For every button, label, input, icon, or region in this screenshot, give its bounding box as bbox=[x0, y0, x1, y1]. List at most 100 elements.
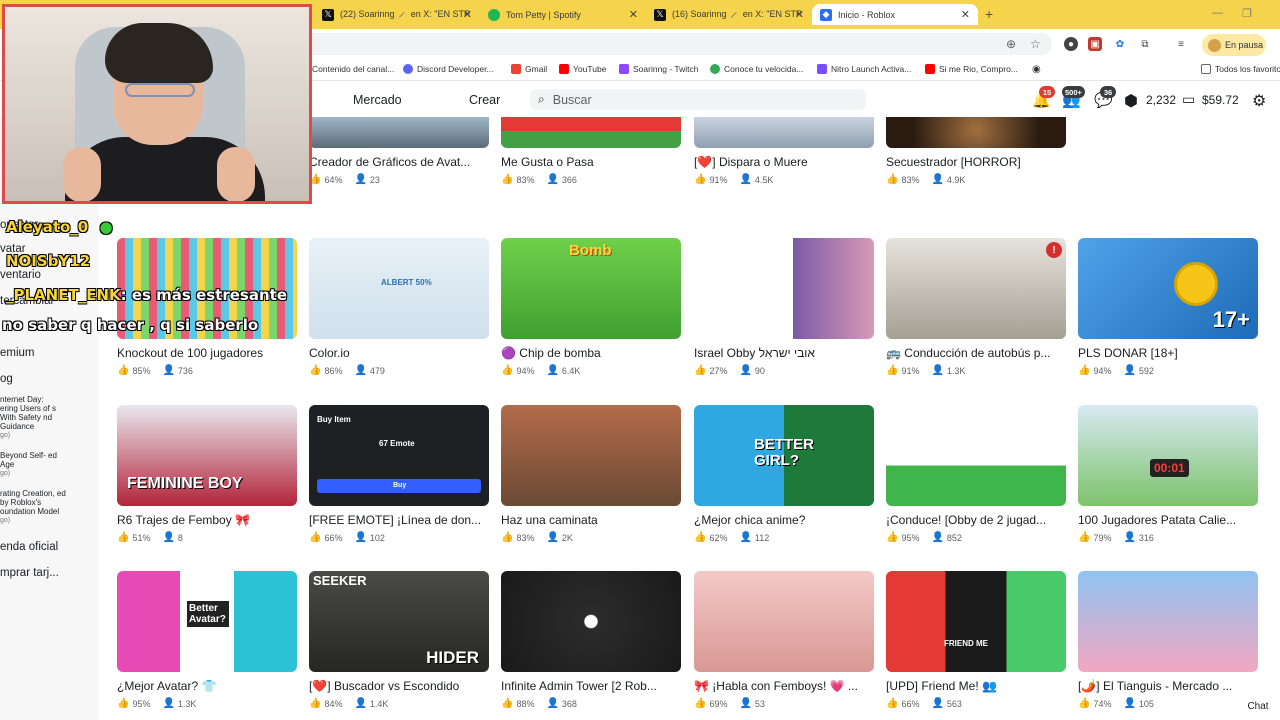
extension-icon[interactable]: ▣ bbox=[1088, 37, 1102, 51]
credit-balance[interactable]: $59.72 bbox=[1202, 93, 1239, 107]
extensions-puzzle-icon[interactable]: ⧉ bbox=[1138, 37, 1152, 51]
game-thumbnail[interactable] bbox=[694, 117, 874, 148]
nav-marketplace[interactable]: Mercado bbox=[353, 93, 402, 107]
sidebar-item-blog[interactable]: og bbox=[0, 373, 13, 385]
all-bookmarks[interactable]: Todos los favoritos bbox=[1201, 64, 1280, 74]
extension-icon[interactable]: ● bbox=[1064, 37, 1078, 51]
game-stats: 👍 83% 👤 2K bbox=[501, 532, 573, 543]
game-thumbnail[interactable]: 00:01 bbox=[1078, 405, 1258, 506]
browser-tab-active[interactable]: ◆ Inicio - Roblox ✕ bbox=[812, 4, 978, 25]
browser-tab[interactable]: 𝕏 (16) Soarinng 🪄 en X: "EN STR ✕ bbox=[646, 4, 812, 25]
bookmark[interactable]: YouTube bbox=[559, 64, 606, 74]
game-title[interactable]: 🚌 Conducción de autobús p... bbox=[886, 346, 1066, 360]
game-title[interactable]: [❤️] Buscador vs Escondido bbox=[309, 679, 489, 693]
game-thumbnail[interactable]: FEMININE BOY bbox=[117, 405, 297, 506]
robux-icon[interactable]: ⬢ bbox=[1124, 91, 1138, 111]
zoom-icon[interactable]: ⊕ bbox=[1006, 37, 1016, 51]
url-field[interactable] bbox=[300, 33, 1052, 55]
close-icon[interactable]: ✕ bbox=[795, 8, 804, 21]
game-title[interactable]: ¡Conduce! [Obby de 2 jugad... bbox=[886, 513, 1066, 527]
rating-value: 95% bbox=[132, 698, 151, 709]
thumbs-up-icon: 👍 bbox=[886, 365, 899, 376]
game-title[interactable]: Infinite Admin Tower [2 Rob... bbox=[501, 679, 681, 693]
friends-badge: 500+ bbox=[1062, 86, 1085, 98]
close-icon[interactable]: ✕ bbox=[463, 8, 472, 21]
close-icon[interactable]: ✕ bbox=[961, 8, 970, 21]
extension-icon[interactable]: ✿ bbox=[1113, 37, 1127, 51]
game-title[interactable]: Me Gusta o Pasa bbox=[501, 155, 681, 169]
bookmark[interactable]: Contenido del canal... bbox=[312, 64, 394, 74]
browser-tab[interactable]: 𝕏 (22) Soarinng 🪄 en X: "EN STR ✕ bbox=[314, 4, 480, 25]
game-title[interactable]: R6 Trajes de Femboy 🎀 bbox=[117, 513, 297, 527]
chat-button[interactable]: Chat bbox=[1238, 697, 1278, 715]
game-title[interactable]: Secuestrador [HORROR] bbox=[886, 155, 1066, 169]
bookmark[interactable]: Discord Developer... bbox=[403, 64, 494, 74]
game-thumbnail[interactable]: Better Avatar? bbox=[117, 571, 297, 672]
game-title[interactable]: Haz una caminata bbox=[501, 513, 681, 527]
game-thumbnail[interactable] bbox=[694, 238, 874, 339]
game-thumbnail[interactable] bbox=[501, 117, 681, 148]
media-control-icon[interactable]: ≡ bbox=[1174, 37, 1188, 51]
restore-icon[interactable]: ❐ bbox=[1242, 7, 1252, 20]
game-thumbnail[interactable]: ALBERT 50% bbox=[309, 238, 489, 339]
settings-gear-icon[interactable]: ⚙ bbox=[1252, 91, 1266, 111]
game-title[interactable]: 🟣 Chip de bomba bbox=[501, 346, 681, 360]
game-title[interactable]: [FREE EMOTE] ¡Línea de don... bbox=[309, 513, 489, 527]
sidebar-item-premium[interactable]: emium bbox=[0, 347, 35, 359]
profile-button[interactable]: En pausa bbox=[1202, 34, 1266, 56]
players-icon: 👤 bbox=[546, 532, 559, 543]
blog-post[interactable]: rating Creation, ed by Roblox's oundatio… bbox=[0, 489, 72, 525]
game-thumbnail[interactable] bbox=[694, 571, 874, 672]
game-thumbnail[interactable] bbox=[501, 405, 681, 506]
globe-icon[interactable]: ◉ bbox=[1032, 64, 1041, 75]
search-bar[interactable]: ⌕ bbox=[530, 89, 866, 110]
game-title[interactable]: Israel Obby אובי ישראל bbox=[694, 346, 874, 360]
game-title[interactable]: PLS DONAR [18+] bbox=[1078, 346, 1258, 360]
game-thumbnail[interactable]: FRIEND ME bbox=[886, 571, 1066, 672]
game-title[interactable]: Color.io bbox=[309, 346, 489, 360]
game-title[interactable]: ¿Mejor Avatar? 👕 bbox=[117, 679, 297, 693]
bookmark[interactable]: Soarinng - Twitch bbox=[619, 64, 699, 74]
sidebar-item-official-store[interactable]: enda oficial bbox=[0, 541, 58, 553]
game-thumbnail[interactable]: SEEKER HIDER bbox=[309, 571, 489, 672]
players-icon: 👤 bbox=[739, 532, 752, 543]
game-title[interactable]: Knockout de 100 jugadores bbox=[117, 346, 297, 360]
bookmark[interactable]: Nitro Launch Activa... bbox=[817, 64, 911, 74]
nav-create[interactable]: Crear bbox=[469, 93, 500, 107]
game-thumbnail[interactable]: BETTER GIRL? bbox=[694, 405, 874, 506]
game-thumbnail[interactable] bbox=[886, 405, 1066, 506]
game-title[interactable]: Creador de Gráficos de Avat... bbox=[309, 155, 489, 169]
blog-post[interactable]: nternet Day: ering Users of s With Safet… bbox=[0, 395, 62, 440]
minimize-icon[interactable]: — bbox=[1212, 7, 1223, 19]
game-thumbnail[interactable] bbox=[1078, 571, 1258, 672]
game-title[interactable]: [❤️] Dispara o Muere bbox=[694, 155, 874, 169]
game-title[interactable]: [UPD] Friend Me! 👥 bbox=[886, 679, 1066, 693]
x-logo-icon: 𝕏 bbox=[322, 8, 334, 21]
bookmark-star-icon[interactable]: ☆ bbox=[1030, 37, 1041, 51]
close-icon[interactable]: ✕ bbox=[629, 8, 638, 21]
game-title[interactable]: [🌶️] El Tianguis - Mercado ... bbox=[1078, 679, 1258, 693]
game-thumbnail[interactable]: ! bbox=[886, 238, 1066, 339]
search-input[interactable] bbox=[552, 92, 843, 107]
robux-balance[interactable]: 2,232 bbox=[1146, 93, 1176, 107]
game-title[interactable]: 100 Jugadores Patata Calie... bbox=[1078, 513, 1258, 527]
sidebar-item-inventory[interactable]: ventario bbox=[0, 269, 41, 281]
game-thumbnail[interactable] bbox=[886, 117, 1066, 148]
sidebar-item-gift-cards[interactable]: mprar tarj... bbox=[0, 567, 59, 579]
new-tab-icon[interactable]: + bbox=[985, 6, 993, 22]
game-title[interactable]: ¿Mejor chica anime? bbox=[694, 513, 874, 527]
game-thumbnail[interactable]: Buy Item 67 Emote Buy bbox=[309, 405, 489, 506]
browser-tab[interactable]: Tom Petty | Spotify ✕ bbox=[480, 4, 646, 25]
game-title[interactable]: 🎀 ¡Habla con Femboys! 💗 ... bbox=[694, 679, 874, 693]
thumbnail-text: 67 Emote bbox=[379, 439, 415, 448]
blog-post[interactable]: Beyond Self- ed Age go) bbox=[0, 451, 62, 478]
game-thumbnail[interactable] bbox=[501, 571, 681, 672]
bookmark[interactable]: Gmail bbox=[511, 64, 547, 74]
wallet-icon[interactable]: ▭ bbox=[1182, 91, 1195, 108]
bookmark[interactable]: Si me Rio, Compro... bbox=[925, 64, 1018, 74]
game-thumbnail[interactable]: Bomb bbox=[501, 238, 681, 339]
rating-value: 27% bbox=[709, 365, 728, 376]
game-thumbnail[interactable] bbox=[309, 117, 489, 148]
game-thumbnail[interactable]: 17+ bbox=[1078, 238, 1258, 339]
bookmark[interactable]: Conoce tu velocida... bbox=[710, 64, 803, 74]
